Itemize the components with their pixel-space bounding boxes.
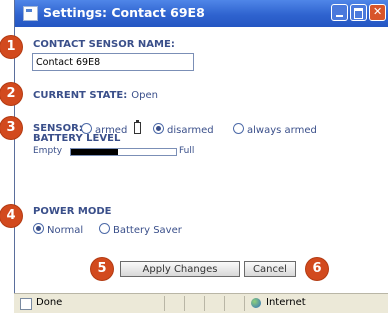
sensor-option-disarmed[interactable]: disarmed: [153, 123, 214, 136]
status-text: Done: [36, 297, 63, 308]
callout-badge-3: 3: [0, 117, 22, 139]
current-state-label: CURRENT STATE:: [33, 90, 128, 101]
callout-badge-2: 2: [0, 83, 22, 105]
power-option-label: Battery Saver: [113, 225, 182, 236]
internet-zone-icon: [251, 298, 261, 308]
window-title: Settings: Contact 69E8: [43, 5, 205, 20]
sensor-name-label: CONTACT SENSOR NAME:: [33, 39, 175, 50]
callout-badge-4: 4: [0, 205, 22, 227]
sensor-option-label: disarmed: [167, 125, 214, 136]
page-done-icon: [20, 298, 32, 310]
radio-battery-saver[interactable]: [99, 223, 110, 234]
power-option-battery-saver[interactable]: Battery Saver: [99, 223, 182, 236]
callout-badge-6: 6: [306, 258, 328, 280]
battery-empty-label: Empty: [33, 146, 63, 156]
settings-form: CONTACT SENSOR NAME: CURRENT STATE:Open …: [15, 27, 388, 293]
battery-level-label: BATTERY LEVEL: [33, 133, 121, 144]
apply-changes-button[interactable]: Apply Changes: [120, 261, 240, 277]
callout-badge-1: 1: [0, 36, 22, 58]
internet-zone-label: Internet: [266, 297, 306, 308]
power-option-normal[interactable]: Normal: [33, 223, 83, 236]
power-mode-label: POWER MODE: [33, 206, 112, 217]
minimize-button[interactable]: [331, 4, 348, 21]
battery-full-label: Full: [179, 146, 195, 156]
current-state-row: CURRENT STATE: Open: [33, 90, 158, 101]
battery-level-bar: [70, 148, 177, 156]
current-state-value: Open: [131, 90, 158, 101]
maximize-button[interactable]: [350, 4, 367, 21]
battery-level-fill: [71, 149, 119, 155]
sensor-name-input[interactable]: [32, 53, 194, 71]
power-option-label: Normal: [47, 225, 84, 236]
radio-normal[interactable]: [33, 223, 44, 234]
radio-always-armed[interactable]: [233, 123, 244, 134]
title-bar[interactable]: Settings: Contact 69E8: [15, 0, 388, 27]
window-icon: [23, 6, 38, 21]
close-button[interactable]: [369, 4, 386, 21]
battery-icon: [134, 120, 141, 134]
radio-disarmed[interactable]: [153, 123, 164, 134]
sensor-option-always-armed[interactable]: always armed: [233, 123, 317, 136]
cancel-button[interactable]: Cancel: [244, 261, 296, 277]
status-bar: Done Internet: [14, 293, 388, 313]
callout-badge-5: 5: [91, 258, 113, 280]
sensor-option-label: always armed: [247, 125, 317, 136]
